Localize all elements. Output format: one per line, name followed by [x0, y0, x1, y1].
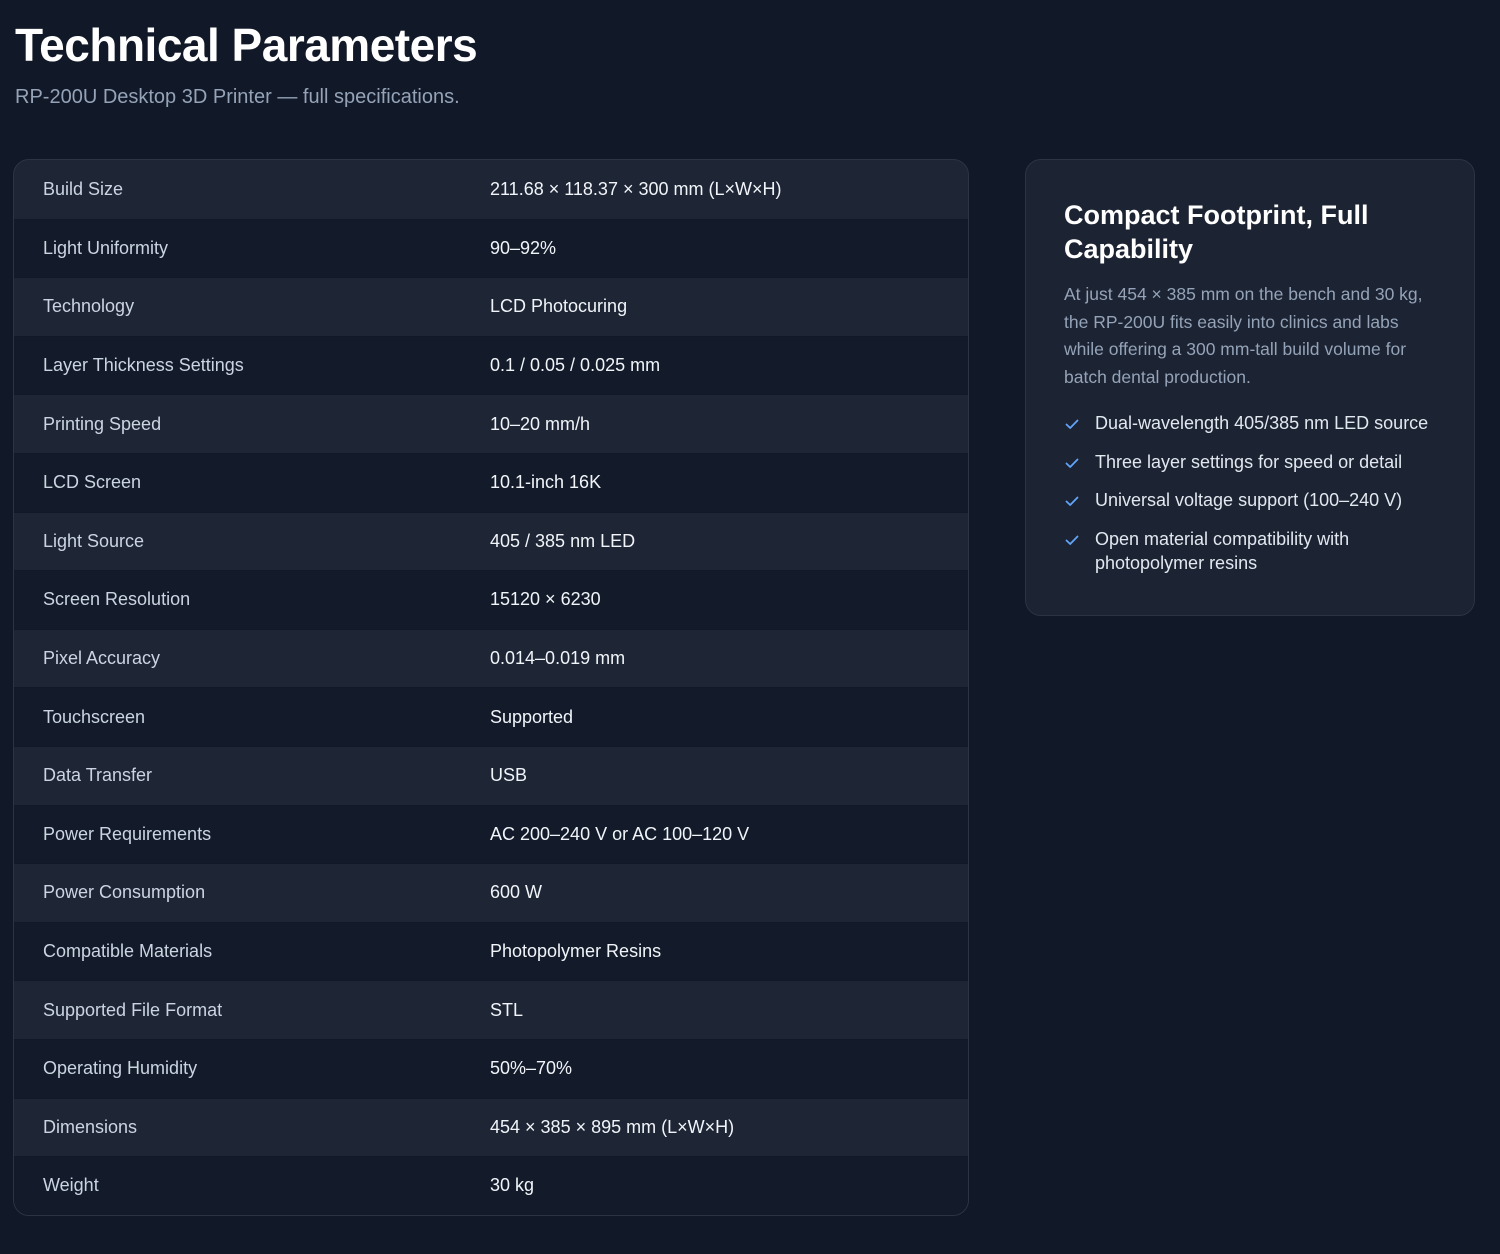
spec-value: 10–20 mm/h	[490, 413, 591, 434]
page-subtitle: RP-200U Desktop 3D Printer — full specif…	[15, 86, 460, 108]
spec-row-layer-thickness: Layer Thickness Settings 0.1 / 0.05 / 0.…	[14, 335, 968, 395]
spec-label: Layer Thickness Settings	[43, 355, 244, 376]
feature-text: Open material compatibility with photopo…	[1095, 528, 1350, 573]
spec-row-technology: Technology LCD Photocuring	[14, 277, 968, 336]
spec-label: Screen Resolution	[43, 589, 191, 610]
check-icon	[1065, 458, 1079, 468]
page-title: Technical Parameters	[15, 19, 478, 71]
spec-value: 30 kg	[490, 1175, 535, 1196]
spec-row-build-size: Build Size 211.68 × 118.37 × 300 mm (L×W…	[14, 160, 968, 219]
spec-label: Data Transfer	[43, 765, 153, 786]
feature-item: Dual-wavelength 405/385 nm LED source	[1064, 411, 1436, 435]
spec-row-printing-speed: Printing Speed 10–20 mm/h	[14, 394, 968, 453]
spec-label: Printing Speed	[43, 413, 162, 434]
spec-row-weight: Weight 30 kg	[14, 1156, 968, 1215]
spec-row-screen-resolution: Screen Resolution 15120 × 6230	[14, 570, 968, 629]
spec-value: 10.1-inch 16K	[490, 472, 602, 493]
spec-value: USB	[490, 765, 528, 786]
spec-value: STL	[490, 999, 524, 1020]
spec-label: Operating Humidity	[43, 1058, 198, 1079]
spec-row-touchscreen: Touchscreen Supported	[14, 687, 968, 746]
spec-label: LCD Screen	[43, 472, 142, 493]
spec-row-light-source: Light Source 405 / 385 nm LED	[14, 511, 968, 571]
spec-value: 15120 × 6230	[490, 589, 601, 610]
spec-value: 405 / 385 nm LED	[490, 530, 636, 551]
check-icon	[1065, 535, 1079, 545]
spec-value: 454 × 385 × 895 mm (L×W×H)	[490, 1116, 735, 1137]
spec-value: 600 W	[490, 882, 543, 903]
check-icon	[1065, 419, 1079, 429]
spec-label: Supported File Format	[43, 999, 223, 1020]
spec-label: Compatible Materials	[43, 941, 213, 962]
spec-value: 211.68 × 118.37 × 300 mm (L×W×H)	[490, 178, 782, 199]
spec-label: Technology	[43, 296, 135, 317]
spec-row-light-uniformity: Light Uniformity 90–92%	[14, 218, 968, 278]
spec-value: 50%–70%	[490, 1058, 573, 1079]
feature-item: Open material compatibility with photopo…	[1064, 527, 1436, 575]
feature-item: Universal voltage support (100–240 V)	[1064, 488, 1436, 512]
feature-text: Dual-wavelength 405/385 nm LED source	[1095, 413, 1429, 433]
card-title: Compact Footprint, Full Capability	[1064, 200, 1369, 264]
spec-label: Pixel Accuracy	[43, 648, 161, 669]
spec-label: Power Requirements	[43, 823, 212, 844]
feature-list: Dual-wavelength 405/385 nm LED source Th…	[1064, 411, 1436, 575]
feature-text: Universal voltage support (100–240 V)	[1095, 490, 1403, 510]
spec-row-power-requirements: Power Requirements AC 200–240 V or AC 10…	[14, 804, 968, 864]
spec-label: Build Size	[43, 178, 124, 199]
feature-card: Compact Footprint, Full Capability At ju…	[1025, 159, 1475, 616]
feature-text: Three layer settings for speed or detail	[1095, 451, 1403, 472]
spec-row-file-format: Supported File Format STL	[14, 980, 968, 1039]
spec-label: Weight	[43, 1175, 99, 1196]
spec-row-power-consumption: Power Consumption 600 W	[14, 863, 968, 922]
spec-label: Light Source	[43, 530, 145, 551]
feature-item: Three layer settings for speed or detail	[1064, 450, 1436, 474]
spec-label: Light Uniformity	[43, 237, 169, 258]
spec-value: Photopolymer Resins	[490, 941, 662, 962]
spec-row-compatible-materials: Compatible Materials Photopolymer Resins	[14, 921, 968, 981]
spec-label: Dimensions	[43, 1116, 138, 1137]
spec-label: Power Consumption	[43, 882, 206, 903]
specs-table: Build Size 211.68 × 118.37 × 300 mm (L×W…	[13, 159, 969, 1216]
spec-row-dimensions: Dimensions 454 × 385 × 895 mm (L×W×H)	[14, 1097, 968, 1157]
spec-value: AC 200–240 V or AC 100–120 V	[490, 823, 750, 844]
card-description: At just 454 × 385 mm on the bench and 30…	[1064, 284, 1423, 387]
spec-value: Supported	[490, 706, 574, 727]
check-icon	[1065, 496, 1079, 506]
spec-label: Touchscreen	[43, 706, 146, 727]
spec-value: 90–92%	[490, 237, 557, 258]
spec-row-operating-humidity: Operating Humidity 50%–70%	[14, 1038, 968, 1098]
spec-value: 0.1 / 0.05 / 0.025 mm	[490, 355, 661, 376]
spec-row-data-transfer: Data Transfer USB	[14, 745, 968, 805]
spec-value: 0.014–0.019 mm	[490, 648, 626, 669]
spec-row-lcd-screen: LCD Screen 10.1-inch 16K	[14, 452, 968, 512]
spec-value: LCD Photocuring	[490, 296, 628, 317]
spec-row-pixel-accuracy: Pixel Accuracy 0.014–0.019 mm	[14, 628, 968, 688]
